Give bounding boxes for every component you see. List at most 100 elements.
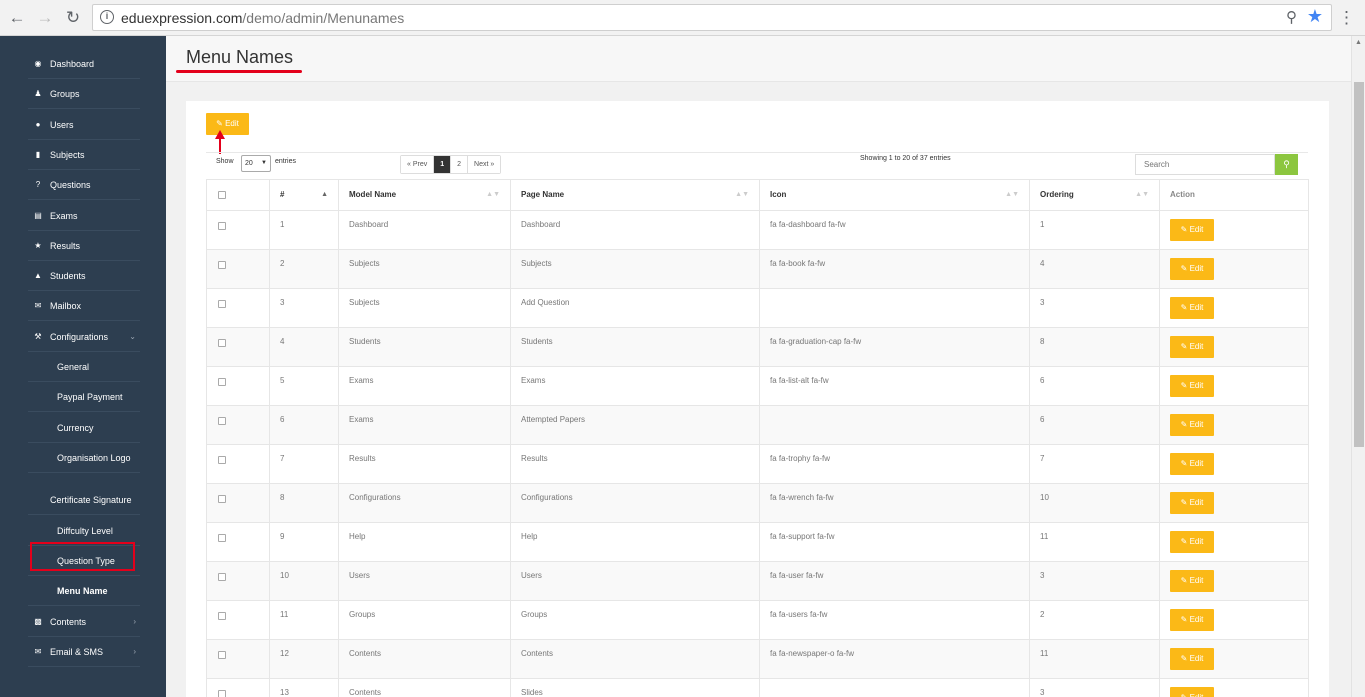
- sidebar-item-dashboard[interactable]: ◉ Dashboard: [28, 49, 140, 79]
- column-header-icon[interactable]: Icon ▲▼: [760, 180, 1030, 210]
- row-checkbox[interactable]: [218, 261, 226, 269]
- row-checkbox[interactable]: [218, 612, 226, 620]
- sidebar-sub-paypal-payment[interactable]: Paypal Payment: [28, 382, 140, 412]
- sidebar-sub-general[interactable]: General: [28, 352, 140, 382]
- back-icon[interactable]: ←: [5, 6, 29, 30]
- row-edit-button[interactable]: ✎ Edit: [1170, 609, 1214, 631]
- row-checkbox[interactable]: [218, 222, 226, 230]
- column-header-model-name[interactable]: Model Name ▲▼: [339, 180, 511, 210]
- table-row: 5 Exams Exams fa fa-list-alt fa-fw 6 ✎ Edit: [207, 367, 1308, 406]
- page-size-select[interactable]: 20 ▼: [241, 155, 271, 172]
- table-row: 9 Help Help fa fa-support fa-fw 11 ✎ Edit: [207, 523, 1308, 562]
- reload-icon[interactable]: ↻: [61, 6, 85, 30]
- sidebar-item-label: Questions: [50, 180, 91, 190]
- row-edit-button[interactable]: ✎ Edit: [1170, 258, 1214, 280]
- sidebar-item-configurations[interactable]: ⚒ Configurations ⌄: [28, 322, 140, 352]
- row-checkbox[interactable]: [218, 690, 226, 697]
- browser-menu-icon[interactable]: ⋮: [1338, 6, 1355, 30]
- scroll-up-icon[interactable]: ▲: [1355, 39, 1362, 46]
- graduation-cap-icon: ▲: [34, 271, 42, 280]
- sidebar-item-users[interactable]: ● Users: [28, 110, 140, 140]
- prev-page-button[interactable]: « Prev: [401, 156, 435, 173]
- row-edit-button[interactable]: ✎ Edit: [1170, 219, 1214, 241]
- row-checkbox[interactable]: [218, 573, 226, 581]
- sidebar-item-label: Subjects: [50, 150, 85, 160]
- page-name-cell: Results: [511, 445, 760, 483]
- edit-button[interactable]: ✎ Edit: [206, 113, 249, 135]
- icon-cell: fa fa-support fa-fw: [760, 523, 1030, 561]
- row-edit-button[interactable]: ✎ Edit: [1170, 492, 1214, 514]
- row-checkbox[interactable]: [218, 534, 226, 542]
- sidebar-sub-label: General: [57, 362, 90, 372]
- row-edit-button[interactable]: ✎ Edit: [1170, 297, 1214, 319]
- address-bar[interactable]: i eduexpression.com/demo/admin/Menunames…: [92, 4, 1332, 31]
- row-edit-button[interactable]: ✎ Edit: [1170, 375, 1214, 397]
- next-page-button[interactable]: Next »: [468, 156, 501, 173]
- column-header-action: Action: [1160, 180, 1309, 210]
- row-checkbox[interactable]: [218, 456, 226, 464]
- row-checkbox[interactable]: [218, 300, 226, 308]
- table-row: 7 Results Results fa fa-trophy fa-fw 7 ✎ Edit: [207, 445, 1308, 484]
- row-edit-button[interactable]: ✎ Edit: [1170, 531, 1214, 553]
- column-header-ordering[interactable]: Ordering ▲▼: [1030, 180, 1160, 210]
- page-button-2[interactable]: 2: [451, 156, 469, 173]
- zoom-icon[interactable]: ⚲: [1286, 8, 1297, 26]
- sidebar-sub-certificate-signature[interactable]: Certificate Signature: [28, 485, 140, 515]
- page-title: Menu Names: [186, 47, 294, 67]
- sidebar-item-questions[interactable]: ? Questions: [28, 170, 140, 200]
- row-edit-button[interactable]: ✎ Edit: [1170, 453, 1214, 475]
- sidebar-item-contents[interactable]: ▩ Contents ›: [28, 607, 140, 637]
- sidebar-item-label: Results: [50, 241, 81, 251]
- user-icon: ●: [35, 120, 41, 129]
- sidebar-sub-currency[interactable]: Currency: [28, 413, 140, 443]
- row-edit-button[interactable]: ✎ Edit: [1170, 570, 1214, 592]
- sidebar-item-students[interactable]: ▲ Students: [28, 261, 140, 291]
- sidebar-sub-label: Currency: [57, 423, 94, 433]
- chevron-down-icon: ⌄: [129, 332, 136, 341]
- page-name-cell: Help: [511, 523, 760, 561]
- sidebar-sub-organisation-logo[interactable]: Organisation Logo: [28, 443, 140, 473]
- page-button-1[interactable]: 1: [434, 156, 452, 173]
- column-header-number[interactable]: # ▲: [270, 180, 339, 210]
- bookmark-star-icon[interactable]: ★: [1307, 6, 1323, 27]
- scroll-thumb[interactable]: [1354, 82, 1364, 447]
- number-cell: 3: [270, 289, 339, 327]
- ordering-cell: 11: [1030, 523, 1160, 561]
- search-input[interactable]: [1135, 154, 1275, 175]
- row-checkbox[interactable]: [218, 417, 226, 425]
- sidebar-item-label: Configurations: [50, 332, 109, 342]
- sidebar-item-subjects[interactable]: ▮ Subjects: [28, 140, 140, 170]
- column-header-label: Page Name: [521, 190, 565, 199]
- sidebar-item-groups[interactable]: ♟ Groups: [28, 79, 140, 109]
- row-edit-button[interactable]: ✎ Edit: [1170, 648, 1214, 670]
- sidebar-item-label: Users: [50, 120, 74, 130]
- number-cell: 9: [270, 523, 339, 561]
- ordering-cell: 3: [1030, 289, 1160, 327]
- sidebar-item-mailbox[interactable]: ✉ Mailbox: [28, 291, 140, 321]
- sidebar-item-label: Exams: [50, 211, 78, 221]
- select-cell: [207, 601, 270, 639]
- row-edit-button[interactable]: ✎ Edit: [1170, 687, 1214, 697]
- edit-icon: ✎: [1180, 615, 1190, 624]
- sidebar-item-results[interactable]: ★ Results: [28, 231, 140, 261]
- scrollbar[interactable]: ▲: [1351, 36, 1365, 697]
- sidebar-sub-menu-name[interactable]: Menu Name: [28, 576, 140, 606]
- row-checkbox[interactable]: [218, 495, 226, 503]
- forward-icon[interactable]: →: [33, 6, 57, 30]
- row-edit-button[interactable]: ✎ Edit: [1170, 414, 1214, 436]
- edit-button-label: Edit: [225, 119, 239, 128]
- info-icon[interactable]: i: [100, 10, 114, 24]
- select-all-checkbox[interactable]: [218, 191, 226, 199]
- row-edit-button[interactable]: ✎ Edit: [1170, 336, 1214, 358]
- sort-asc-icon: ▲: [321, 191, 328, 198]
- sidebar-item-exams[interactable]: ▤ Exams: [28, 201, 140, 231]
- sidebar-item-email-sms[interactable]: ✉ Email & SMS ›: [28, 637, 140, 667]
- action-cell: ✎ Edit: [1160, 406, 1309, 444]
- row-checkbox[interactable]: [218, 651, 226, 659]
- row-checkbox[interactable]: [218, 339, 226, 347]
- table-row: 4 Students Students fa fa-graduation-cap fa…: [207, 328, 1308, 367]
- ordering-cell: 6: [1030, 367, 1160, 405]
- column-header-page-name[interactable]: Page Name ▲▼: [511, 180, 760, 210]
- search-button[interactable]: ⚲: [1275, 154, 1298, 175]
- row-checkbox[interactable]: [218, 378, 226, 386]
